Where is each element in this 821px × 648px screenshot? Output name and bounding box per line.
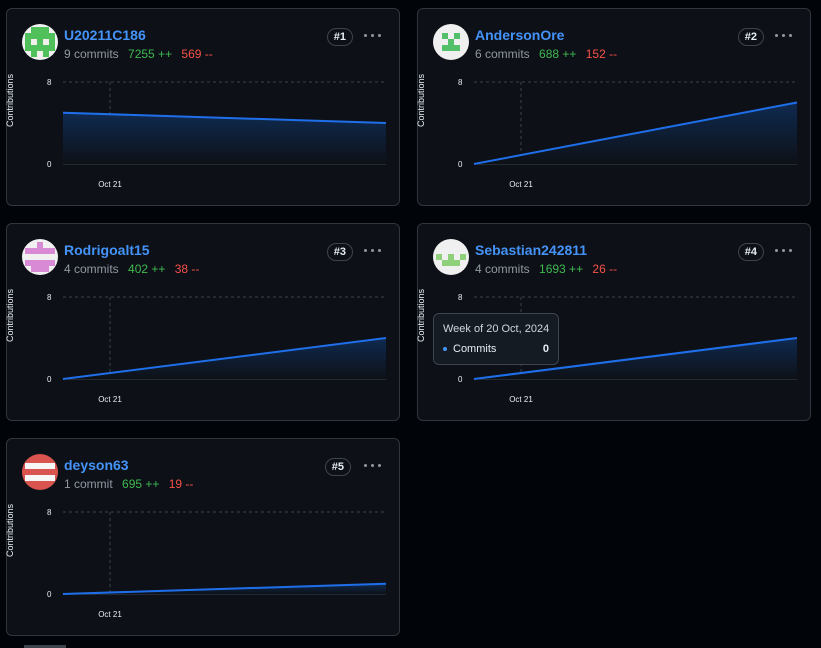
commit-count[interactable]: 6 commits <box>475 47 530 61</box>
contributions-chart: 8 0 Oct 21 <box>47 293 387 404</box>
additions-count: 688 ++ <box>539 47 577 61</box>
contributions-chart: 8 0 Oct 21 <box>47 508 387 619</box>
avatar[interactable] <box>433 239 469 275</box>
additions-count: 7255 ++ <box>128 47 173 61</box>
rank-badge: #2 <box>737 28 764 46</box>
identicon-lightgreen-icon <box>433 239 469 275</box>
chart-tooltip: Week of 20 Oct, 2024 Commits 0 <box>433 313 559 365</box>
y-tick-label: 0 <box>47 375 52 384</box>
contributor-card: AndersonOre 6 commits 688 ++ 152 -- #2 C… <box>416 8 811 206</box>
x-tick-label: Oct 21 <box>98 180 122 189</box>
kebab-menu-icon[interactable] <box>363 242 383 258</box>
contributor-username[interactable]: U20211C186 <box>64 27 146 43</box>
y-tick-label: 8 <box>47 508 52 517</box>
y-tick-label: 8 <box>458 78 463 87</box>
avatar[interactable] <box>22 454 58 490</box>
y-tick-label: 8 <box>47 78 52 87</box>
avatar[interactable] <box>433 24 469 60</box>
additions-count: 695 ++ <box>122 477 160 491</box>
commit-count[interactable]: 1 commit <box>64 477 113 491</box>
deletions-count: 38 -- <box>174 262 200 276</box>
contributor-card: U20211C186 9 commits 7255 ++ 569 -- #1 C… <box>5 8 400 206</box>
contributor-stats: 6 commits 688 ++ 152 -- <box>475 47 617 61</box>
commit-count[interactable]: 4 commits <box>64 262 119 276</box>
additions-count: 402 ++ <box>128 262 166 276</box>
y-tick-label: 0 <box>47 590 52 599</box>
commit-count[interactable]: 9 commits <box>64 47 119 61</box>
x-tick-label: Oct 21 <box>98 610 122 619</box>
kebab-menu-icon[interactable] <box>363 27 383 43</box>
contributor-username[interactable]: deyson63 <box>64 457 129 473</box>
x-tick-label: Oct 21 <box>509 395 533 404</box>
identicon-red-icon <box>22 454 58 490</box>
series-area <box>63 112 386 164</box>
tooltip-label: Commits <box>453 343 497 355</box>
commit-count[interactable]: 4 commits <box>475 262 530 276</box>
contributions-chart: 8 0 Oct 21 <box>458 78 798 189</box>
contributions-chart: 8 0 Oct 21 <box>47 78 387 189</box>
y-tick-label: 0 <box>458 375 463 384</box>
rank-badge: #1 <box>326 28 353 46</box>
contributor-stats: 4 commits 1693 ++ 26 -- <box>475 262 617 276</box>
tooltip-value: 0 <box>542 343 549 355</box>
contributor-card: deyson63 1 commit 695 ++ 19 -- #5 Contri… <box>5 438 400 636</box>
y-tick-label: 0 <box>458 160 463 169</box>
kebab-menu-icon[interactable] <box>363 457 383 473</box>
identicon-green-icon <box>22 24 58 60</box>
x-tick-label: Oct 21 <box>98 395 122 404</box>
contributor-username[interactable]: AndersonOre <box>475 27 564 43</box>
identicon-green-sparse-icon <box>433 24 469 60</box>
x-tick-label: Oct 21 <box>509 180 533 189</box>
rank-badge: #4 <box>737 243 764 261</box>
y-tick-label: 0 <box>47 160 52 169</box>
y-tick-label: 8 <box>47 293 52 302</box>
rank-badge: #3 <box>326 243 353 261</box>
kebab-menu-icon[interactable] <box>774 242 794 258</box>
deletions-count: 19 -- <box>168 477 194 491</box>
deletions-count: 26 -- <box>592 262 618 276</box>
series-dot-icon <box>443 347 447 351</box>
avatar[interactable] <box>22 239 58 275</box>
tooltip-title: Week of 20 Oct, 2024 <box>443 323 550 335</box>
avatar[interactable] <box>22 24 58 60</box>
additions-count: 1693 ++ <box>539 262 584 276</box>
rank-badge: #5 <box>324 458 351 476</box>
identicon-pink-icon <box>22 239 58 275</box>
deletions-count: 569 -- <box>181 47 213 61</box>
y-tick-label: 8 <box>458 293 463 302</box>
deletions-count: 152 -- <box>585 47 618 61</box>
contributor-stats: 9 commits 7255 ++ 569 -- <box>64 47 213 61</box>
contributor-stats: 1 commit 695 ++ 19 -- <box>64 477 193 491</box>
contributor-stats: 4 commits 402 ++ 38 -- <box>64 262 199 276</box>
kebab-menu-icon[interactable] <box>774 27 794 43</box>
contributor-card: Rodrigoalt15 4 commits 402 ++ 38 -- #3 C… <box>5 223 400 421</box>
contributor-username[interactable]: Sebastian242811 <box>475 242 587 258</box>
contributor-username[interactable]: Rodrigoalt15 <box>64 242 150 258</box>
